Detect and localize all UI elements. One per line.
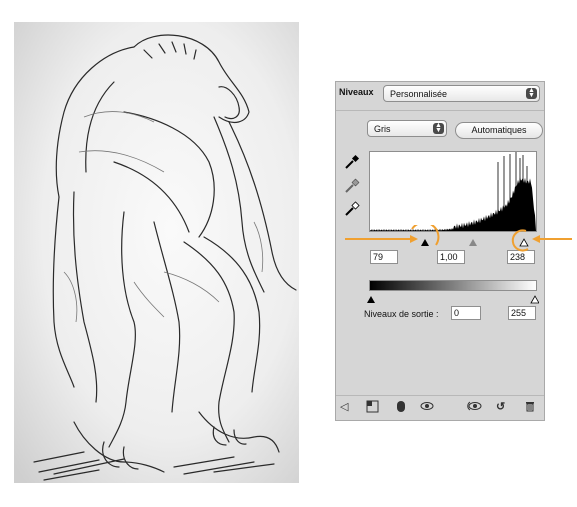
expanded-view-icon[interactable] — [366, 400, 379, 416]
preset-select-value: Personnalisée — [390, 89, 448, 99]
output-white-handle — [530, 295, 540, 304]
output-black-handle — [367, 296, 375, 303]
trash-icon[interactable] — [525, 400, 535, 415]
updown-arrows-icon: ▲ ▼ — [433, 122, 444, 134]
sketch-image — [14, 22, 299, 483]
output-levels-label: Niveaux de sortie : — [364, 309, 439, 319]
visibility-eye-icon[interactable] — [420, 400, 434, 415]
mask-icon[interactable] — [396, 400, 406, 416]
toolbar-divider — [336, 395, 544, 396]
black-eyedropper-icon[interactable] — [344, 154, 360, 170]
gray-eyedropper-icon[interactable] — [344, 178, 360, 194]
channel-select-value: Gris — [374, 124, 391, 134]
white-eyedropper-icon[interactable] — [344, 201, 360, 217]
previous-state-icon[interactable] — [466, 400, 482, 415]
preset-select[interactable]: Personnalisée ▲ ▼ — [383, 85, 540, 102]
histogram-shape — [370, 177, 536, 231]
auto-button[interactable]: Automatiques — [455, 122, 543, 139]
annotation-overlay — [340, 221, 575, 260]
reset-icon[interactable]: ↺ — [496, 400, 505, 413]
channel-select[interactable]: Gris ▲ ▼ — [367, 120, 447, 137]
panel-title: Niveaux — [339, 87, 374, 97]
updown-arrows-icon: ▲ ▼ — [526, 87, 537, 99]
output-white-field[interactable]: 255 — [508, 306, 536, 320]
divider — [336, 110, 544, 111]
back-arrow-icon[interactable]: ◁ — [340, 400, 348, 413]
output-levels-slider[interactable] — [367, 291, 540, 304]
output-gradient — [369, 280, 537, 291]
histogram — [369, 151, 537, 232]
output-black-field[interactable]: 0 — [451, 306, 481, 320]
